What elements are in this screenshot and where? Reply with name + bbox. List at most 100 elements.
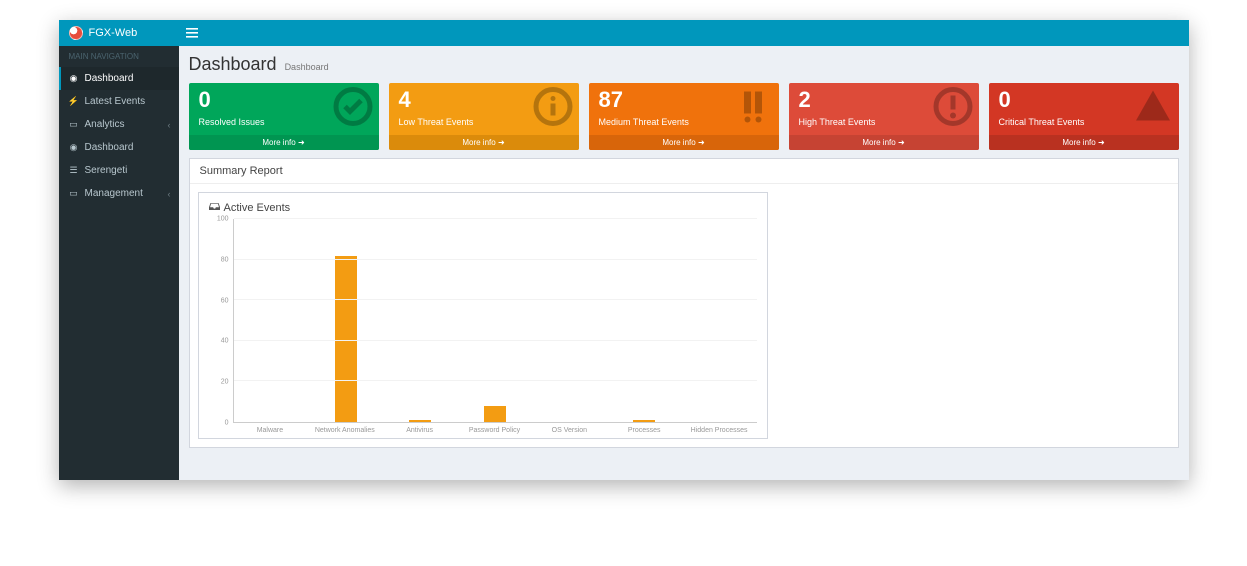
sidebar: MAIN NAVIGATION ◉ Dashboard ⚡ Latest Eve… bbox=[59, 46, 179, 480]
sliders-icon: ☰ bbox=[69, 165, 79, 176]
stat-box: 2High Threat EventsMore info ➜ bbox=[789, 83, 979, 150]
chart-bars bbox=[234, 219, 757, 422]
app-window: FGX-Web MAIN NAVIGATION ◉ Dashboard ⚡ La… bbox=[59, 20, 1189, 480]
breadcrumb: Dashboard bbox=[285, 62, 329, 72]
stat-top: 4Low Threat Events bbox=[389, 83, 579, 135]
y-tick-label: 100 bbox=[217, 216, 229, 223]
arrow-circle-right-icon: ➜ bbox=[1098, 138, 1105, 147]
chevron-left-icon: ‹ bbox=[168, 120, 171, 130]
bolt-icon: ⚡ bbox=[69, 96, 79, 107]
chart-title-row: Active Events bbox=[209, 201, 757, 215]
sidebar-item-dashboard[interactable]: ◉ Dashboard bbox=[59, 67, 179, 90]
x-tick-label: Password Policy bbox=[457, 423, 532, 434]
x-tick-label: Network Anomalies bbox=[307, 423, 382, 434]
chart-area: 0 20 40 60 80 100 MalwareNetwork AnomaliesAnt… bbox=[209, 219, 757, 434]
stat-top: 0Resolved Issues bbox=[189, 83, 379, 135]
summary-title: Summary Report bbox=[190, 159, 1178, 184]
exclamation-circle-icon bbox=[933, 87, 973, 132]
check-circle-icon bbox=[333, 87, 373, 132]
sidebar-item-analytics[interactable]: ▭ Analytics ‹ bbox=[59, 113, 179, 136]
stat-box: 0Resolved IssuesMore info ➜ bbox=[189, 83, 379, 150]
chart-panel: Active Events 0 20 40 60 80 100 MalwareNetwor… bbox=[198, 192, 768, 439]
arrow-circle-right-icon: ➜ bbox=[698, 138, 705, 147]
sidebar-item-label: Management bbox=[85, 188, 143, 199]
sidebar-item-label: Latest Events bbox=[85, 96, 146, 107]
laptop-icon: ▭ bbox=[69, 119, 79, 130]
sidebar-item-label: Analytics bbox=[85, 119, 125, 130]
grid-line bbox=[234, 259, 757, 260]
brand-text: FGX-Web bbox=[89, 27, 138, 39]
stat-row: 0Resolved IssuesMore info ➜4Low Threat E… bbox=[189, 83, 1179, 150]
stat-box: 0Critical Threat EventsMore info ➜ bbox=[989, 83, 1179, 150]
chart-bar bbox=[484, 406, 506, 422]
stat-more-info-link[interactable]: More info ➜ bbox=[789, 135, 979, 150]
y-tick-label: 60 bbox=[221, 297, 229, 304]
grid-line bbox=[234, 218, 757, 219]
hamburger-icon bbox=[186, 28, 198, 38]
stat-top: 2High Threat Events bbox=[789, 83, 979, 135]
bar-slot bbox=[383, 219, 458, 422]
page-title: Dashboard bbox=[189, 54, 277, 75]
arrow-circle-right-icon: ➜ bbox=[898, 138, 905, 147]
chevron-left-icon: ‹ bbox=[168, 189, 171, 199]
bar-slot bbox=[458, 219, 533, 422]
x-tick-label: Hidden Processes bbox=[682, 423, 757, 434]
warning-triangle-icon bbox=[1133, 87, 1173, 132]
bar-slot bbox=[532, 219, 607, 422]
bar-slot bbox=[682, 219, 757, 422]
main-area: MAIN NAVIGATION ◉ Dashboard ⚡ Latest Eve… bbox=[59, 46, 1189, 480]
x-tick-label: OS Version bbox=[532, 423, 607, 434]
x-tick-label: Malware bbox=[233, 423, 308, 434]
sidebar-toggle-button[interactable] bbox=[179, 20, 205, 46]
chart-plot-body bbox=[233, 219, 757, 423]
chart-plot: 020406080100 bbox=[209, 219, 757, 423]
stat-more-info-link[interactable]: More info ➜ bbox=[389, 135, 579, 150]
laptop-icon: ▭ bbox=[69, 188, 79, 199]
bar-slot bbox=[607, 219, 682, 422]
nav-section-header: MAIN NAVIGATION bbox=[59, 46, 179, 67]
chart-bar bbox=[633, 420, 655, 422]
chart-y-axis: 020406080100 bbox=[209, 219, 233, 423]
chart-bar bbox=[335, 256, 357, 422]
bar-slot bbox=[234, 219, 309, 422]
stat-top: 0Critical Threat Events bbox=[989, 83, 1179, 135]
arrow-circle-right-icon: ➜ bbox=[498, 138, 505, 147]
info-circle-icon bbox=[533, 87, 573, 132]
sidebar-item-latest-events[interactable]: ⚡ Latest Events bbox=[59, 90, 179, 113]
chart-bar bbox=[409, 420, 431, 422]
y-tick-label: 0 bbox=[225, 420, 229, 427]
sidebar-item-label: Dashboard bbox=[85, 73, 134, 84]
grid-line bbox=[234, 299, 757, 300]
brand[interactable]: FGX-Web bbox=[59, 20, 179, 46]
x-tick-label: Processes bbox=[607, 423, 682, 434]
summary-panel: Summary Report Active Events 0 20 40 60 80 10… bbox=[189, 158, 1179, 448]
gauge-icon: ◉ bbox=[69, 142, 79, 153]
arrow-circle-right-icon: ➜ bbox=[298, 138, 305, 147]
stat-box: 4Low Threat EventsMore info ➜ bbox=[389, 83, 579, 150]
exclamation-column-icon bbox=[733, 87, 773, 132]
x-tick-label: Antivirus bbox=[382, 423, 457, 434]
chart-title: Active Events bbox=[224, 202, 291, 214]
gauge-icon: ◉ bbox=[69, 73, 79, 84]
stat-more-info-link[interactable]: More info ➜ bbox=[189, 135, 379, 150]
sidebar-item-label: Dashboard bbox=[85, 142, 134, 153]
topbar: FGX-Web bbox=[59, 20, 1189, 46]
sidebar-item-label: Serengeti bbox=[85, 165, 128, 176]
chart-x-axis: MalwareNetwork AnomaliesAntivirusPasswor… bbox=[233, 423, 757, 434]
y-tick-label: 20 bbox=[221, 379, 229, 386]
stat-more-info-link[interactable]: More info ➜ bbox=[589, 135, 779, 150]
grid-line bbox=[234, 340, 757, 341]
inbox-icon bbox=[209, 201, 220, 215]
stat-more-info-link[interactable]: More info ➜ bbox=[989, 135, 1179, 150]
stat-box: 87Medium Threat EventsMore info ➜ bbox=[589, 83, 779, 150]
stat-top: 87Medium Threat Events bbox=[589, 83, 779, 135]
sidebar-item-serengeti[interactable]: ☰ Serengeti bbox=[59, 159, 179, 182]
y-tick-label: 40 bbox=[221, 338, 229, 345]
brand-logo-icon bbox=[69, 26, 83, 40]
grid-line bbox=[234, 380, 757, 381]
sidebar-item-dashboard2[interactable]: ◉ Dashboard bbox=[59, 136, 179, 159]
content: Dashboard Dashboard 0Resolved IssuesMore… bbox=[179, 46, 1189, 480]
y-tick-label: 80 bbox=[221, 256, 229, 263]
bar-slot bbox=[308, 219, 383, 422]
sidebar-item-management[interactable]: ▭ Management ‹ bbox=[59, 182, 179, 205]
